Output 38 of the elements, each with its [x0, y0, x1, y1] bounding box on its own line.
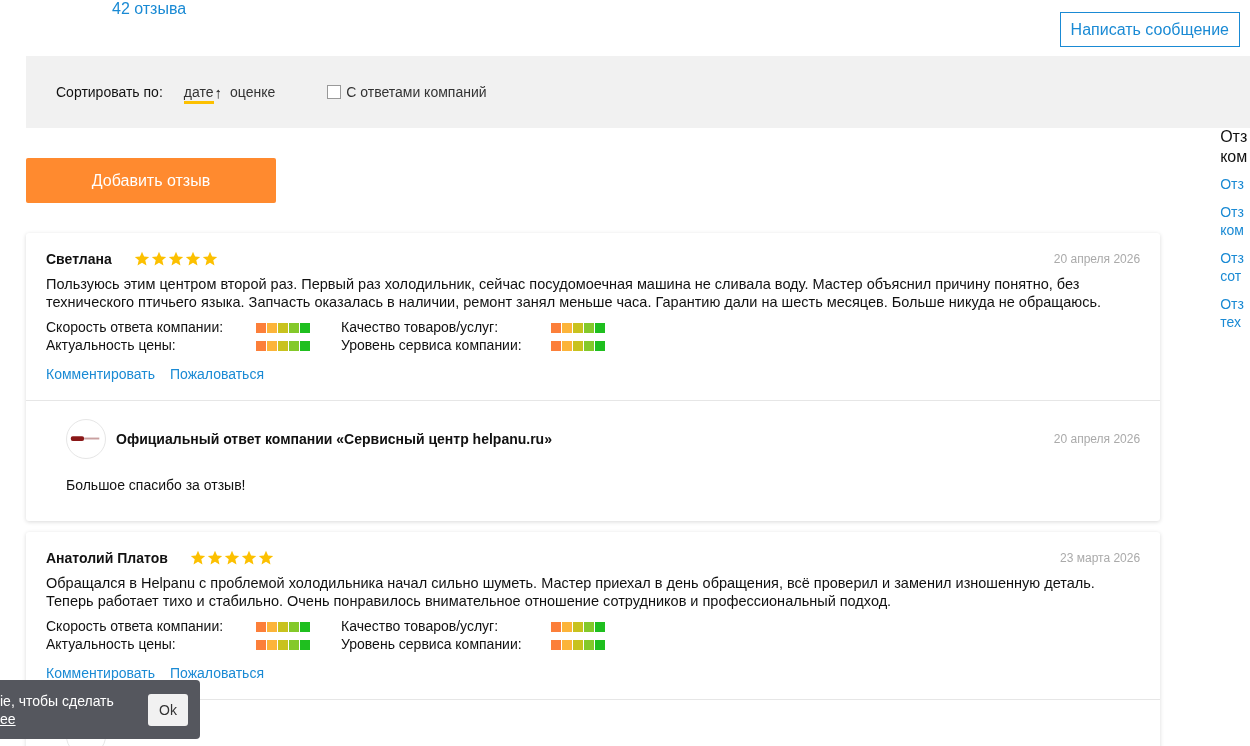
sort-option[interactable]: оценке: [230, 83, 276, 101]
action-link[interactable]: Комментировать: [46, 665, 155, 681]
criterion-label: Скорость ответа компании:: [46, 618, 225, 635]
action-link[interactable]: Пожаловаться: [170, 366, 264, 382]
criterion-label: Скорость ответа компании:: [46, 319, 225, 336]
sidebar-title: Отз ком: [1220, 127, 1249, 167]
reply-title: Официальный ответ компании «Сервисный центр helpanu.ru»: [116, 431, 552, 447]
reply-text: Большое спасибо за отзыв!: [66, 477, 247, 493]
criterion-label: Качество товаров/услуг:: [341, 618, 500, 635]
write-message-button[interactable]: Написать сообщение: [1059, 12, 1240, 47]
sort-option[interactable]: дате: [183, 83, 214, 104]
criterion-label: Уровень сервиса компании:: [341, 337, 523, 354]
add-review-button[interactable]: Добавить отзыв: [26, 158, 276, 203]
review-text: Пользуюсь этим центром второй раз. Первый раз холодильник, сейчас посудомоечная машина не сливала воду. Мастер объяснил причину понятно, без технического птичьего языка. Запчасть оказалась в наличии, ремонт занял меньше часа. Гарантию дали на шесть месяцев. Больше никуда не обращаюсь.: [46, 275, 1103, 311]
action-link[interactable]: Комментировать: [46, 366, 155, 382]
checkbox[interactable]: [327, 85, 342, 99]
sidebar-link[interactable]: Отз ком: [1220, 203, 1250, 239]
criterion-label: Актуальность цены:: [46, 337, 177, 354]
checkbox-label[interactable]: С ответами компаний: [346, 84, 487, 100]
sidebar-link[interactable]: Отз: [1220, 175, 1250, 193]
action-link[interactable]: Пожаловаться: [170, 665, 264, 681]
reviews-count-link[interactable]: 42 отзыва: [112, 0, 187, 18]
sort-label: Сортировать по:: [56, 84, 163, 100]
cookie-text: ie, чтобы сделать: [0, 691, 114, 710]
review-date: 23 марта 2026: [1060, 551, 1141, 565]
criterion-label: Уровень сервиса компании:: [341, 636, 523, 653]
review-date: 20 апреля 2026: [1053, 252, 1141, 266]
review-text: Обращался в Helpanu с проблемой холодильника начал сильно шуметь. Мастер приехал в день обращения, всё проверил и заменил изношенную деталь. Теперь работает тихо и стабильно. Очень понравилось внимательное отношение сотрудников и профессиональный подход.: [46, 574, 1096, 610]
cookie-link[interactable]: ee: [0, 709, 114, 728]
sidebar-link[interactable]: Отз тех: [1220, 295, 1250, 331]
sidebar-link[interactable]: Отз сот: [1220, 249, 1250, 285]
reply-date: 20 апреля 2026: [1053, 432, 1141, 446]
author-name: Анатолий Платов: [46, 550, 168, 566]
author-name: Светлана: [46, 251, 112, 267]
sort-arrow-icon[interactable]: ↑: [214, 83, 222, 101]
criterion-label: Качество товаров/услуг:: [341, 319, 500, 336]
criterion-label: Актуальность цены:: [46, 636, 177, 653]
ok-button[interactable]: Ok: [148, 693, 188, 726]
